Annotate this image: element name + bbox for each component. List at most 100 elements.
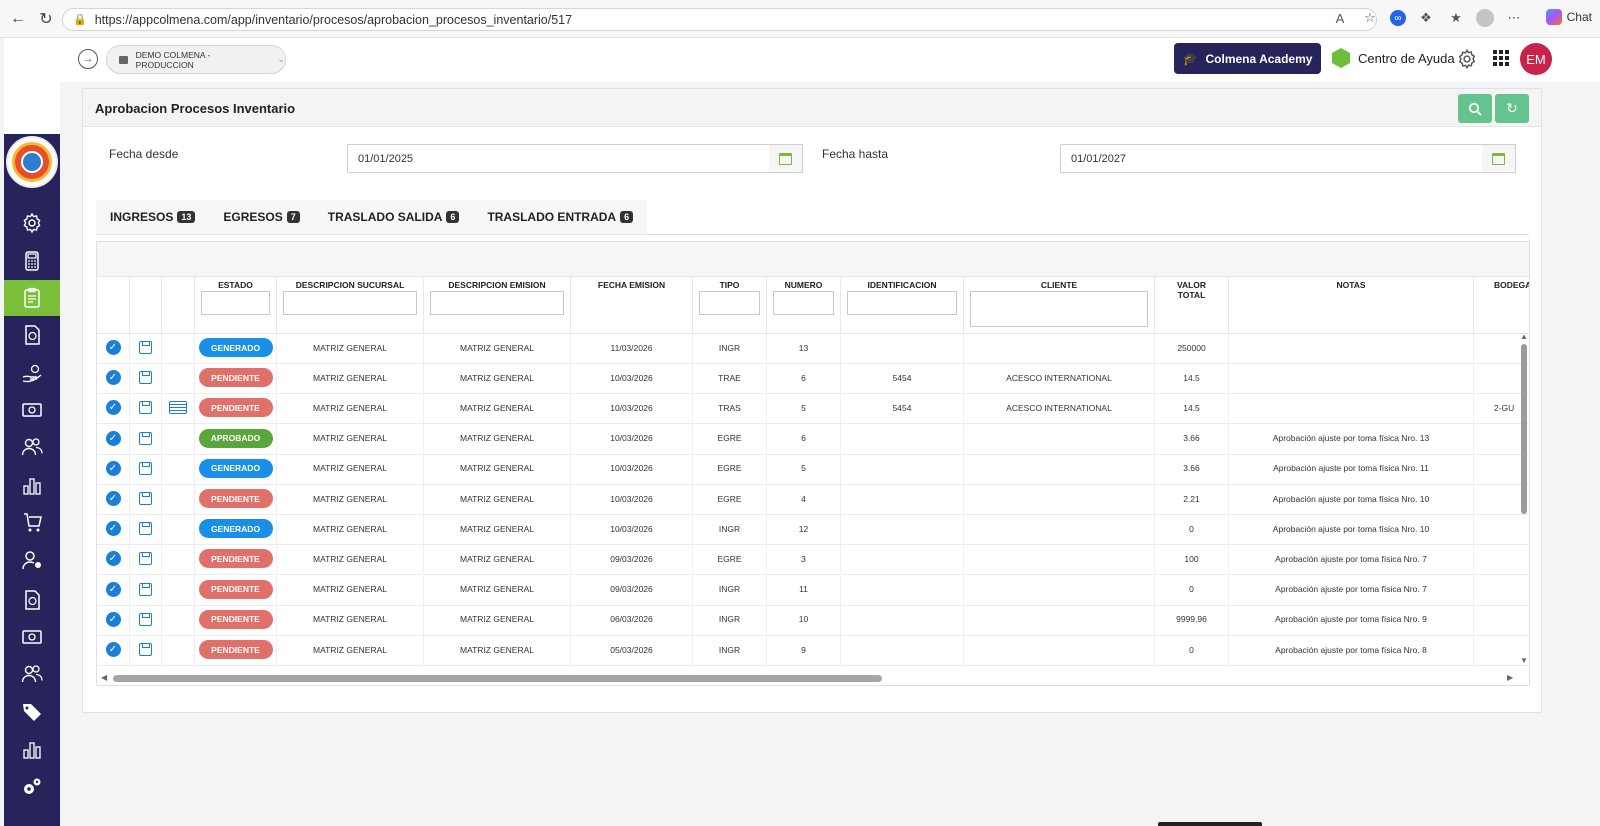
scroll-right-icon[interactable]: ▶ xyxy=(1507,673,1513,682)
table-row[interactable]: ✓ PENDIENTE MATRIZ GENERAL MATRIZ GENERAL 09… xyxy=(97,545,1529,576)
approve-check-icon[interactable]: ✓ xyxy=(105,491,121,506)
approve-check-icon[interactable]: ✓ xyxy=(105,340,121,355)
back-icon[interactable]: ← xyxy=(4,5,32,33)
approve-check-icon[interactable]: ✓ xyxy=(105,551,121,567)
save-icon[interactable] xyxy=(139,401,152,415)
chat-button[interactable]: Chat xyxy=(1545,9,1592,25)
help-center-link[interactable]: Centro de Ayuda xyxy=(1332,48,1455,68)
save-icon[interactable] xyxy=(139,431,152,445)
save-icon[interactable] xyxy=(139,341,152,354)
sidebar-item-user-settings[interactable] xyxy=(4,542,60,578)
favorites-icon[interactable]: ★ xyxy=(1446,8,1466,28)
settings-gear-icon[interactable] xyxy=(1456,48,1478,70)
bar-chart-icon xyxy=(23,478,41,495)
table-row[interactable]: ✓ GENERADO MATRIZ GENERAL MATRIZ GENERAL 10/… xyxy=(97,515,1529,546)
company-logo[interactable] xyxy=(6,136,58,188)
sidebar-item-cart[interactable] xyxy=(4,504,60,540)
vertical-scrollbar[interactable]: ▲ ▼ xyxy=(1519,332,1529,666)
approve-check-icon[interactable]: ✓ xyxy=(105,430,121,446)
sidebar-item-hand-money[interactable] xyxy=(4,355,60,391)
address-bar[interactable]: 🔒 https://appcolmena.com/app/inventario/… xyxy=(62,8,1377,31)
chat-label: Chat xyxy=(1566,10,1592,24)
puzzle-icon[interactable]: ❖ xyxy=(1416,8,1436,28)
status-badge: GENERADO xyxy=(198,519,273,539)
save-icon[interactable] xyxy=(139,371,152,385)
emision-filter[interactable] xyxy=(430,291,564,315)
horizontal-scrollbar[interactable]: ◀ ▶ xyxy=(97,671,1529,685)
tab-ingresos[interactable]: INGRESOS 13 xyxy=(96,200,209,234)
cell-tipo: INGR xyxy=(718,342,741,353)
save-icon[interactable] xyxy=(139,582,152,596)
table-row[interactable]: ✓ GENERADO MATRIZ GENERAL MATRIZ GENERAL 11/… xyxy=(97,334,1529,364)
estado-filter[interactable] xyxy=(201,291,270,315)
table-row[interactable]: ✓ PENDIENTE MATRIZ GENERAL MATRIZ GENERAL 09… xyxy=(97,575,1529,606)
reload-icon[interactable]: ↻ xyxy=(32,5,60,33)
save-icon[interactable] xyxy=(139,461,152,475)
sidebar-item-cash[interactable] xyxy=(4,392,60,428)
fecha-desde-input[interactable]: 01/01/2025 xyxy=(347,144,770,173)
cell-sucursal: MATRIZ GENERAL xyxy=(313,523,387,534)
table-row[interactable]: ✓ APROBADO MATRIZ GENERAL MATRIZ GENERAL 10/… xyxy=(97,424,1529,455)
table-row[interactable]: ✓ PENDIENTE MATRIZ GENERAL MATRIZ GENERAL 10… xyxy=(97,394,1529,425)
tab-egresos[interactable]: EGRESOS 7 xyxy=(209,200,313,234)
profile-icon[interactable] xyxy=(1476,9,1494,27)
save-icon[interactable] xyxy=(139,492,152,505)
sidebar-item-users[interactable] xyxy=(4,656,60,692)
scroll-up-icon[interactable]: ▲ xyxy=(1520,332,1528,341)
user-avatar[interactable]: EM xyxy=(1520,43,1552,75)
save-icon[interactable] xyxy=(139,612,152,626)
tipo-filter[interactable] xyxy=(699,291,760,315)
tab-traslado-entrada[interactable]: TRASLADO ENTRADA 6 xyxy=(473,200,647,234)
academy-button[interactable]: 🎓 Colmena Academy xyxy=(1174,43,1321,74)
sidebar-item-tags[interactable] xyxy=(4,694,60,730)
table-row[interactable]: ✓ PENDIENTE MATRIZ GENERAL MATRIZ GENERAL 06… xyxy=(97,605,1529,636)
fecha-hasta-input[interactable]: 01/01/2027 xyxy=(1060,144,1483,173)
sidebar-item-users[interactable] xyxy=(4,429,60,465)
table-row[interactable]: ✓ PENDIENTE MATRIZ GENERAL MATRIZ GENERAL 10… xyxy=(97,364,1529,395)
table-row[interactable]: ✓ GENERADO MATRIZ GENERAL MATRIZ GENERAL 10/… xyxy=(97,454,1529,485)
sidebar-item-invoice[interactable] xyxy=(4,582,60,618)
detail-list-icon[interactable] xyxy=(169,401,187,415)
approve-check-icon[interactable]: ✓ xyxy=(105,370,121,386)
approve-check-icon[interactable]: ✓ xyxy=(105,521,121,537)
company-selector[interactable]: DEMO COLMENA - PRODUCCION ⌄ xyxy=(106,45,286,74)
save-icon[interactable] xyxy=(139,552,152,566)
numero-filter[interactable] xyxy=(773,291,834,315)
grid-header: ESTADO DESCRIPCION SUCURSAL DESCRIPCION … xyxy=(97,277,1529,334)
sidebar-item-cash[interactable] xyxy=(4,619,60,655)
save-icon[interactable] xyxy=(139,643,152,656)
approve-check-icon[interactable]: ✓ xyxy=(105,460,121,476)
extension-icon[interactable]: ∞ xyxy=(1390,10,1406,26)
approve-check-icon[interactable]: ✓ xyxy=(105,400,121,416)
sidebar-item-invoice[interactable] xyxy=(4,317,60,353)
table-row[interactable]: ✓ PENDIENTE MATRIZ GENERAL MATRIZ GENERAL 05… xyxy=(97,636,1529,666)
refresh-button[interactable]: ↻ xyxy=(1495,94,1529,123)
fecha-hasta-calendar-button[interactable] xyxy=(1482,144,1516,173)
favorite-star-icon[interactable]: ☆ xyxy=(1360,8,1380,28)
sidebar-item-bar-chart[interactable] xyxy=(4,467,60,503)
cell-fecha: 11/03/2026 xyxy=(610,342,653,353)
approve-check-icon[interactable]: ✓ xyxy=(105,581,121,597)
sidebar-item-gears[interactable] xyxy=(4,769,60,805)
scroll-down-icon[interactable]: ▼ xyxy=(1520,656,1528,665)
sidebar-item-clipboard[interactable] xyxy=(4,280,60,316)
more-icon[interactable]: ⋯ xyxy=(1504,8,1524,28)
read-aloud-icon[interactable]: A xyxy=(1330,8,1350,28)
sidebar-item-calculator[interactable] xyxy=(4,243,60,279)
sucursal-filter[interactable] xyxy=(283,291,417,315)
approve-check-icon[interactable]: ✓ xyxy=(105,642,121,657)
apps-grid-icon[interactable] xyxy=(1493,50,1509,66)
approve-check-icon[interactable]: ✓ xyxy=(105,611,121,627)
tab-traslado-salida[interactable]: TRASLADO SALIDA 6 xyxy=(314,200,474,234)
table-row[interactable]: ✓ PENDIENTE MATRIZ GENERAL MATRIZ GENERAL 10… xyxy=(97,485,1529,515)
scroll-left-icon[interactable]: ◀ xyxy=(101,673,107,682)
cell-numero: 13 xyxy=(798,342,809,353)
save-icon[interactable] xyxy=(139,522,152,536)
sidebar-toggle-icon[interactable]: → xyxy=(78,49,98,69)
search-button[interactable] xyxy=(1458,94,1492,123)
fecha-desde-calendar-button[interactable] xyxy=(769,144,803,173)
cliente-filter[interactable] xyxy=(970,291,1148,327)
identificacion-filter[interactable] xyxy=(847,291,957,315)
sidebar-item-bar-chart[interactable] xyxy=(4,731,60,767)
sidebar-item-gear[interactable] xyxy=(4,205,60,241)
